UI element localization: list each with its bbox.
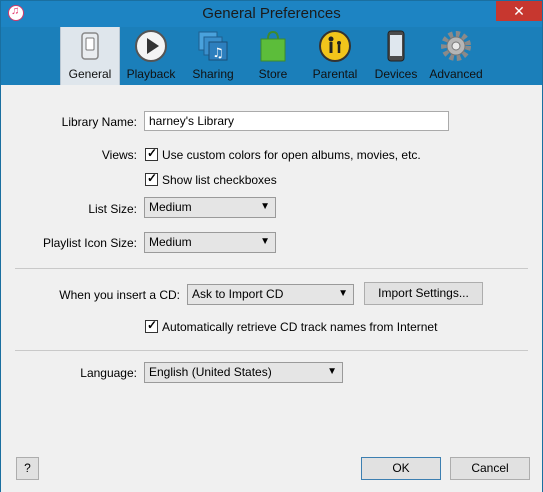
tab-sharing-label: Sharing: [192, 67, 234, 81]
tab-store-label: Store: [258, 67, 288, 81]
chevron-down-icon: ▼: [260, 236, 270, 247]
tab-devices-label: Devices: [374, 67, 418, 81]
chevron-down-icon: ▼: [338, 288, 348, 299]
tab-general-label: General: [68, 67, 112, 81]
ok-button[interactable]: OK: [361, 457, 441, 480]
auto-retrieve-checkbox[interactable]: [145, 318, 158, 333]
tab-advanced-label: Advanced: [429, 67, 483, 81]
tab-sharing[interactable]: ♫ Sharing: [184, 27, 242, 85]
playlist-icon-size-label: Playlist Icon Size:: [42, 236, 137, 250]
svg-text:♫: ♫: [212, 46, 224, 61]
language-value: English (United States): [149, 365, 272, 379]
custom-colors-label: Use custom colors for open albums, movie…: [162, 148, 421, 162]
tab-general[interactable]: General: [60, 27, 120, 85]
play-icon: [135, 30, 167, 62]
preferences-window: General Preferences ✕ General Playback ♫: [0, 0, 543, 492]
tab-devices[interactable]: Devices: [369, 27, 423, 85]
music-folders-icon: ♫: [198, 31, 228, 61]
window-title: General Preferences: [202, 5, 341, 22]
custom-colors-checkbox[interactable]: [145, 146, 158, 161]
chevron-down-icon: ▼: [260, 201, 270, 212]
tab-playback-label: Playback: [126, 67, 176, 81]
title-bar[interactable]: General Preferences ✕: [1, 1, 542, 27]
playlist-icon-size-select[interactable]: Medium ▼: [144, 232, 276, 253]
list-checkboxes-label: Show list checkboxes: [162, 173, 277, 187]
language-select[interactable]: English (United States) ▼: [144, 362, 343, 383]
help-button[interactable]: ?: [16, 457, 39, 480]
close-button[interactable]: ✕: [496, 1, 542, 21]
tab-advanced[interactable]: Advanced: [425, 27, 487, 85]
parental-icon: [319, 30, 351, 62]
playlist-icon-size-value: Medium: [149, 235, 192, 249]
list-size-label: List Size:: [88, 202, 137, 216]
tab-playback[interactable]: Playback: [121, 27, 181, 85]
chevron-down-icon: ▼: [327, 366, 337, 377]
tab-store[interactable]: Store: [245, 27, 301, 85]
views-label: Views:: [101, 148, 137, 162]
close-icon: ✕: [513, 3, 525, 19]
library-name-label: Library Name:: [61, 115, 137, 129]
cancel-button[interactable]: Cancel: [450, 457, 530, 480]
gear-icon: [441, 31, 471, 61]
preferences-content: Library Name: harney's Library Views: Us…: [1, 85, 542, 492]
tab-parental-label: Parental: [312, 67, 358, 81]
list-size-value: Medium: [149, 200, 192, 214]
language-label: Language:: [80, 366, 137, 380]
shopping-bag-icon: [260, 30, 286, 62]
separator: [15, 350, 528, 351]
switch-icon: [81, 32, 99, 60]
library-name-field[interactable]: harney's Library: [144, 111, 449, 131]
import-settings-button[interactable]: Import Settings...: [364, 282, 483, 305]
insert-cd-value: Ask to Import CD: [192, 287, 284, 301]
list-checkboxes-checkbox[interactable]: [145, 171, 158, 186]
list-size-select[interactable]: Medium ▼: [144, 197, 276, 218]
insert-cd-select[interactable]: Ask to Import CD ▼: [187, 284, 354, 305]
tab-parental[interactable]: Parental: [304, 27, 366, 85]
separator: [15, 268, 528, 269]
iphone-icon: [387, 30, 405, 62]
insert-cd-label: When you insert a CD:: [59, 288, 180, 302]
auto-retrieve-label: Automatically retrieve CD track names fr…: [162, 320, 438, 334]
preferences-toolbar: General Playback ♫ Sharing Store Parenta…: [1, 27, 542, 85]
